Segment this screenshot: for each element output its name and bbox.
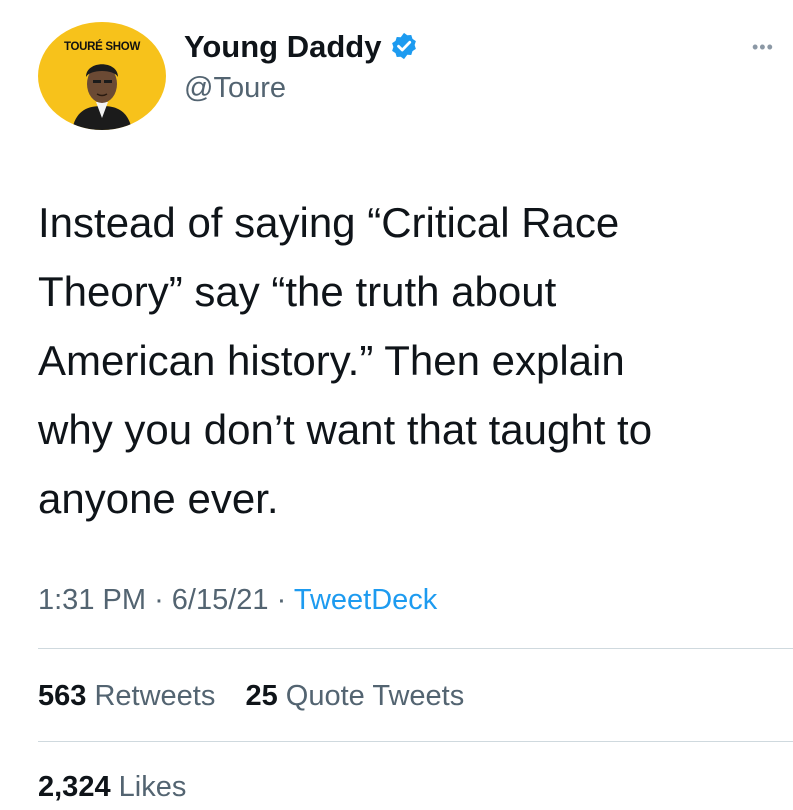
quote-tweets-count: 25 — [245, 680, 278, 712]
quote-tweets-stat[interactable]: 25 Quote Tweets — [245, 680, 464, 712]
quote-tweets-label: Quote Tweets — [285, 680, 465, 712]
author-name-row: Young Daddy — [184, 24, 419, 68]
author-handle[interactable]: @Toure — [184, 74, 286, 103]
engagement-stats: 563 Retweets 25 Quote Tweets — [38, 676, 464, 716]
meta-separator: · — [154, 584, 164, 616]
tweet-source[interactable]: TweetDeck — [294, 584, 437, 616]
divider — [38, 741, 793, 742]
meta-separator: · — [276, 584, 287, 616]
author-name[interactable]: Young Daddy — [184, 31, 381, 62]
tweet-date[interactable]: 6/15/21 — [172, 584, 269, 616]
avatar[interactable]: TOURÉ SHOW — [38, 22, 166, 130]
more-options-icon[interactable]: ••• — [752, 38, 774, 56]
divider — [38, 648, 793, 649]
verified-badge-icon — [392, 32, 417, 60]
retweets-label: Retweets — [94, 680, 216, 712]
likes-label: Likes — [118, 771, 187, 803]
retweets-stat[interactable]: 563 Retweets — [38, 680, 223, 712]
retweets-count: 563 — [38, 680, 87, 712]
likes-count: 2,324 — [38, 771, 111, 803]
tweet-header: TOURÉ SHOW Young Daddy @Toure ••• — [0, 0, 793, 140]
tweet-meta: 1:31 PM · 6/15/21 · TweetDeck — [38, 580, 437, 620]
likes-stat[interactable]: 2,324 Likes — [38, 767, 186, 807]
tweet-text: Instead of saying “Critical Race Theory”… — [38, 199, 653, 522]
tweet-time[interactable]: 1:31 PM — [38, 584, 146, 616]
portrait-icon — [72, 64, 132, 130]
